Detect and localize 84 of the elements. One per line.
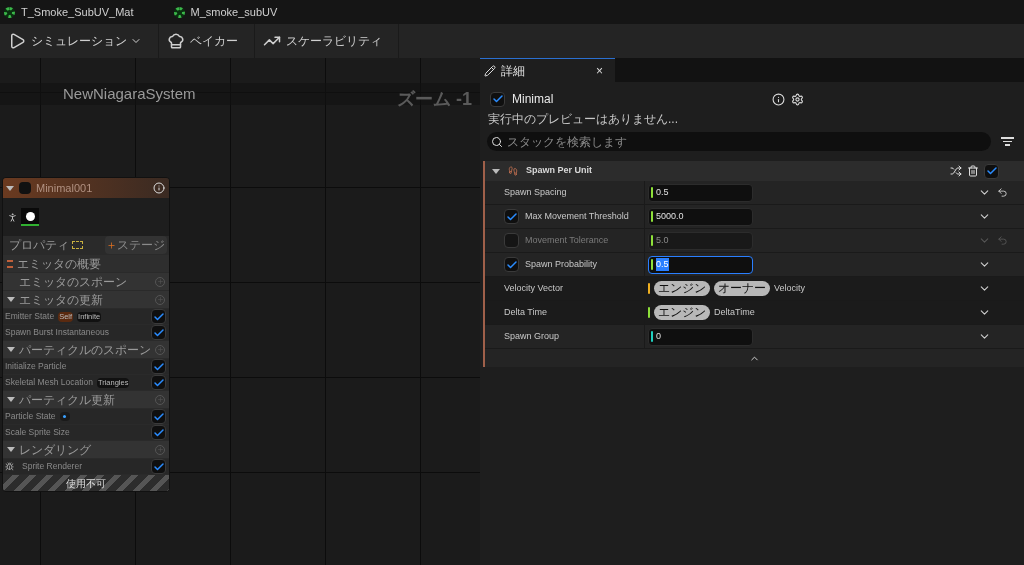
info-icon[interactable] xyxy=(772,92,785,106)
pencil-icon xyxy=(484,64,496,77)
plus-icon xyxy=(107,240,116,250)
play-icon xyxy=(8,32,26,50)
row-label: エミッタの概要 xyxy=(17,255,101,273)
property-label: Movement Tolerance xyxy=(525,233,609,247)
section-header[interactable]: エミッタの更新 xyxy=(3,291,169,309)
chef-hat-icon xyxy=(167,32,185,50)
settings-icon[interactable] xyxy=(791,92,804,106)
section-header[interactable]: レンダリング xyxy=(3,441,169,459)
module-title: Spawn Per Unit xyxy=(526,164,592,178)
collapse-triangle-icon[interactable] xyxy=(7,397,15,402)
parameter-name: DeltaTime xyxy=(714,305,755,319)
asset-tab[interactable]: M_smoke_subUV xyxy=(171,3,280,21)
module-header[interactable]: Spawn Per Unit xyxy=(485,161,1024,181)
preview-status: 実行中のプレビューはありません... xyxy=(487,111,678,128)
node-title: Minimal001 xyxy=(36,180,93,196)
graph-title: NewNiagaraSystem xyxy=(63,83,196,104)
search-field[interactable]: スタックを検索します xyxy=(487,132,991,151)
shuffle-icon[interactable] xyxy=(950,165,962,177)
checkbox[interactable] xyxy=(151,425,166,440)
asset-tab[interactable]: T_Smoke_SubUV_Mat xyxy=(2,3,136,21)
reset-icon[interactable] xyxy=(997,187,1008,198)
parameter-name: Velocity xyxy=(774,281,806,295)
emitter-name: Minimal xyxy=(512,91,554,108)
property-label: Spawn Spacing xyxy=(504,185,567,199)
list-icon xyxy=(7,259,13,268)
property-label: Max Movement Threshold xyxy=(525,209,629,223)
checkbox[interactable] xyxy=(984,163,999,179)
value-field[interactable]: 0.5 xyxy=(648,183,753,202)
collapse-triangle-icon[interactable] xyxy=(7,347,15,352)
property-label: Spawn Probability xyxy=(525,257,598,271)
delete-icon[interactable] xyxy=(967,165,979,177)
checkbox[interactable] xyxy=(504,257,519,272)
section-label: エミッタの更新 xyxy=(19,291,103,309)
node-label: プロパティ xyxy=(9,237,69,254)
property-label: Spawn Group xyxy=(504,329,560,343)
disabled-banner: 使用不可 xyxy=(3,475,169,491)
node-enable-checkbox[interactable] xyxy=(19,182,31,194)
value-field[interactable]: 5000.0 xyxy=(648,207,753,226)
close-button[interactable]: × xyxy=(596,61,603,80)
section-label: エミッタのスポーン xyxy=(19,273,127,291)
zoom-label: ズーム -1 xyxy=(397,87,472,111)
properties-icon xyxy=(72,241,83,249)
info-icon[interactable] xyxy=(153,182,165,194)
figure-icon xyxy=(7,211,18,223)
checkbox[interactable] xyxy=(151,459,166,474)
namespace-tag: エンジン xyxy=(654,305,710,320)
module-label[interactable]: Skeletal Mesh Location xyxy=(5,376,93,389)
checkbox[interactable] xyxy=(151,409,166,424)
search-icon xyxy=(491,135,503,148)
value-field[interactable]: 0.5 xyxy=(648,255,753,274)
namespace-tag: オーナー xyxy=(714,281,770,296)
section-header[interactable]: パーティクルのスポーン xyxy=(3,341,169,359)
emitter-node[interactable] xyxy=(2,177,170,492)
module-label[interactable]: Emitter State xyxy=(5,310,55,323)
checkbox[interactable] xyxy=(151,325,166,340)
property-label: Delta Time xyxy=(504,305,547,319)
module-icon xyxy=(508,166,518,176)
section-header[interactable]: エミッタのスポーン xyxy=(3,273,169,291)
checkbox[interactable] xyxy=(151,359,166,374)
material-icon xyxy=(4,6,15,18)
sprite-thumbnail xyxy=(21,208,39,226)
section-header[interactable]: パーティクル更新 xyxy=(3,391,169,409)
filter-icon[interactable] xyxy=(1001,137,1014,146)
value-field[interactable]: 0 xyxy=(648,327,753,346)
tab-label: 詳細 xyxy=(501,62,525,80)
bug-icon xyxy=(5,462,14,471)
details-tab[interactable]: 詳細 × xyxy=(480,58,615,82)
collapse-triangle-icon[interactable] xyxy=(7,297,15,302)
section-label: レンダリング xyxy=(19,441,91,459)
property-label: Velocity Vector xyxy=(504,281,564,295)
section-label: パーティクル更新 xyxy=(19,391,115,409)
checkbox[interactable] xyxy=(490,91,505,107)
material-icon xyxy=(173,6,185,18)
checkbox[interactable] xyxy=(151,309,166,324)
collapse-triangle-icon[interactable] xyxy=(7,447,15,452)
section-label: パーティクルのスポーン xyxy=(19,341,151,359)
checkbox[interactable] xyxy=(151,375,166,390)
add-stage-button[interactable]: ステージ xyxy=(105,236,167,254)
checkbox[interactable] xyxy=(504,209,519,224)
collapse-triangle-icon[interactable] xyxy=(6,185,14,191)
namespace-tag: エンジン xyxy=(654,281,710,296)
collapse-triangle-icon[interactable] xyxy=(492,168,500,174)
